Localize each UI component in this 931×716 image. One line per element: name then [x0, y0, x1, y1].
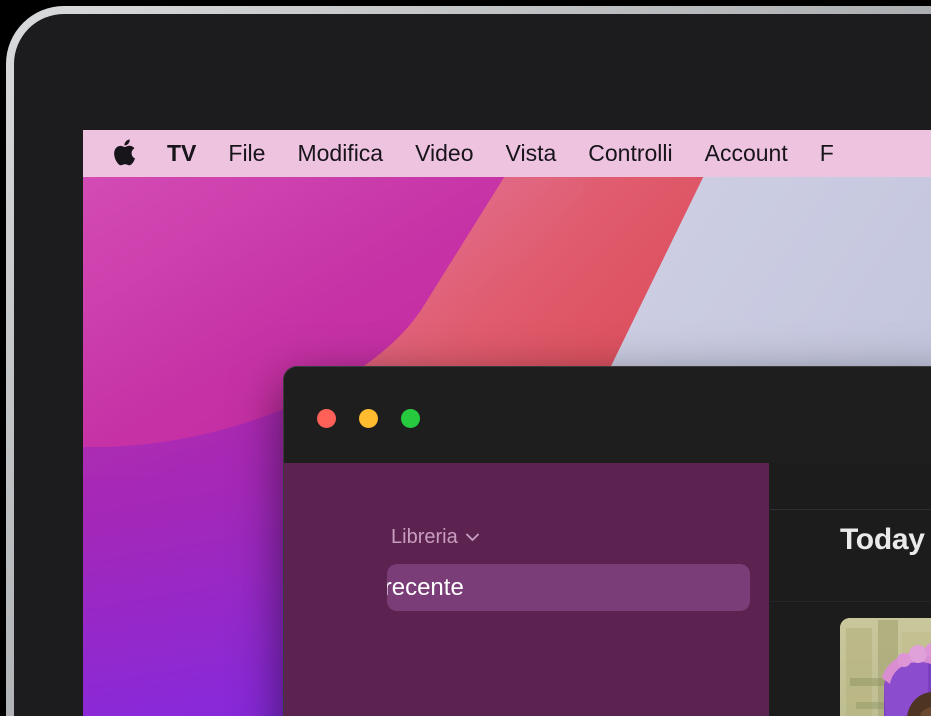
menu-item-file[interactable]: File	[212, 130, 281, 177]
zoom-button[interactable]	[401, 409, 420, 428]
desktop-wallpaper: Libreria Aggiunti di recente Generi	[83, 177, 931, 716]
page-title: Today	[840, 523, 925, 556]
menu-item-tv[interactable]: TV	[151, 130, 212, 177]
artwork-thumbnail[interactable]	[840, 618, 931, 716]
screen: TV File Modifica Video Vista Controlli A…	[83, 130, 931, 716]
content-pane: Today	[770, 463, 931, 716]
library-popup-button[interactable]: Libreria	[391, 526, 479, 549]
sidebar: Libreria Aggiunti di recente Generi	[284, 463, 769, 716]
menu-item-controlli[interactable]: Controlli	[572, 130, 688, 177]
menu-bar: TV File Modifica Video Vista Controlli A…	[83, 130, 931, 177]
content-divider-top	[770, 509, 931, 510]
menu-item-vista[interactable]: Vista	[490, 130, 573, 177]
close-button[interactable]	[317, 409, 336, 428]
menu-item-finestra[interactable]: F	[804, 130, 850, 177]
artwork-illustration	[840, 618, 931, 716]
minimize-button[interactable]	[359, 409, 378, 428]
chevron-down-icon	[465, 533, 479, 541]
content-divider-mid	[770, 601, 931, 602]
laptop-frame: TV File Modifica Video Vista Controlli A…	[0, 0, 931, 716]
library-label: Libreria	[391, 526, 458, 548]
menu-item-modifica[interactable]: Modifica	[281, 130, 399, 177]
tv-app-window: Libreria Aggiunti di recente Generi	[283, 366, 931, 716]
traffic-light-buttons	[317, 409, 420, 428]
apple-logo-icon[interactable]	[111, 139, 137, 169]
sidebar-item-recently-added[interactable]: Aggiunti di recente	[387, 564, 750, 611]
sidebar-item-label: Aggiunti di recente	[387, 573, 464, 601]
menu-item-video[interactable]: Video	[399, 130, 489, 177]
menu-item-account[interactable]: Account	[689, 130, 804, 177]
window-titlebar	[284, 367, 931, 463]
